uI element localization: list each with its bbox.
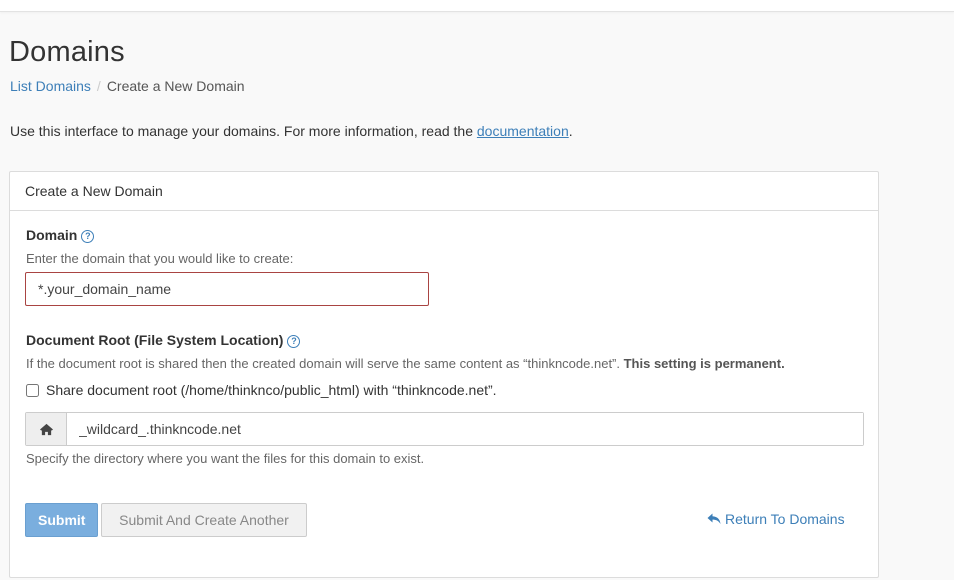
docroot-input[interactable] — [67, 413, 863, 445]
share-docroot-row[interactable]: Share document root (/home/thinknco/publ… — [26, 382, 497, 398]
breadcrumb-separator: / — [96, 78, 101, 94]
top-bar — [0, 0, 954, 12]
docroot-label-text: Document Root (File System Location) — [26, 332, 284, 348]
docroot-hint-text: If the document root is shared then the … — [26, 356, 624, 371]
docroot-hint: If the document root is shared then the … — [26, 356, 785, 371]
intro-text-end: . — [568, 123, 573, 139]
breadcrumb-list-domains-link[interactable]: List Domains — [10, 78, 91, 94]
submit-and-create-another-button[interactable]: Submit And Create Another — [101, 503, 307, 537]
documentation-link[interactable]: documentation — [477, 123, 569, 139]
intro-text: Use this interface to manage your domain… — [10, 123, 573, 139]
intro-text-body: Use this interface to manage your domain… — [10, 123, 477, 139]
docroot-label: Document Root (File System Location)? — [26, 332, 301, 348]
page-title: Domains — [9, 36, 125, 68]
domain-label-text: Domain — [26, 227, 78, 243]
docroot-permanent-warning: This setting is permanent. — [623, 356, 785, 371]
domain-hint: Enter the domain that you would like to … — [26, 251, 294, 266]
breadcrumb: List Domains / Create a New Domain — [10, 78, 245, 94]
return-to-domains-label: Return To Domains — [725, 511, 845, 527]
docroot-input-group — [25, 412, 864, 446]
return-to-domains-link[interactable]: Return To Domains — [707, 511, 845, 527]
domain-label: Domain? — [26, 227, 95, 243]
panel-heading: Create a New Domain — [10, 172, 878, 211]
create-domain-panel: Create a New Domain Domain? Enter the do… — [9, 171, 879, 578]
breadcrumb-current: Create a New Domain — [106, 78, 245, 94]
domain-help-icon[interactable]: ? — [81, 230, 95, 243]
share-docroot-label: Share document root (/home/thinknco/publ… — [46, 382, 497, 398]
docroot-footer-hint: Specify the directory where you want the… — [26, 451, 425, 466]
reply-arrow-icon — [707, 513, 721, 524]
submit-button[interactable]: Submit — [25, 503, 98, 537]
home-icon — [26, 413, 67, 445]
docroot-help-icon[interactable]: ? — [287, 335, 301, 348]
share-docroot-checkbox[interactable] — [26, 384, 39, 397]
domain-input[interactable] — [25, 272, 429, 306]
